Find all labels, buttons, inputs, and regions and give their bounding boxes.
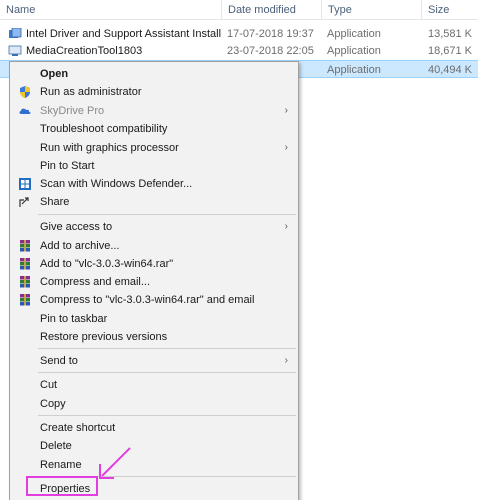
file-size: 13,581 K	[427, 28, 472, 40]
installer-icon	[9, 28, 22, 38]
annotation-arrow-icon	[99, 447, 131, 479]
menu-item-troubleshoot-compatibility[interactable]: Troubleshoot compatibility	[10, 120, 298, 138]
context-menu: Open Run as administrator SkyDrive Pro ›…	[9, 61, 299, 500]
media-creation-icon	[8, 45, 22, 56]
winrar-icon	[20, 240, 30, 252]
file-name: Intel Driver and Support Assistant Insta…	[26, 28, 221, 40]
menu-item-create-shortcut[interactable]: Create shortcut	[10, 419, 298, 437]
menu-item-compress-rar-and-email[interactable]: Compress to "vlc-3.0.3-win64.rar" and em…	[10, 291, 298, 309]
cloud-icon	[19, 108, 31, 114]
file-type: Application	[327, 28, 381, 40]
share-icon	[19, 197, 29, 207]
submenu-arrow-icon: ›	[284, 142, 288, 153]
menu-separator	[38, 372, 296, 373]
menu-separator	[38, 348, 296, 349]
annotation-highlight-box	[26, 476, 98, 496]
winrar-icon	[20, 258, 30, 270]
menu-separator	[38, 415, 296, 416]
menu-item-scan-windows-defender[interactable]: Scan with Windows Defender...	[10, 175, 298, 193]
file-date: 17-07-2018 19:37	[227, 28, 314, 40]
column-type[interactable]: Type	[321, 0, 421, 20]
menu-item-pin-to-start[interactable]: Pin to Start	[10, 157, 298, 175]
file-size: 40,494 K	[427, 64, 472, 76]
column-header: Name Date modified Type Size	[0, 0, 478, 20]
menu-item-run-with-graphics-processor[interactable]: Run with graphics processor ›	[10, 139, 298, 157]
menu-item-pin-to-taskbar[interactable]: Pin to taskbar	[10, 310, 298, 328]
menu-item-restore-previous-versions[interactable]: Restore previous versions	[10, 328, 298, 346]
submenu-arrow-icon: ›	[284, 221, 288, 232]
menu-item-open[interactable]: Open	[10, 65, 298, 83]
menu-item-add-to-rar[interactable]: Add to "vlc-3.0.3-win64.rar"	[10, 255, 298, 273]
menu-item-copy[interactable]: Copy	[10, 395, 298, 413]
winrar-icon	[20, 276, 30, 288]
file-row[interactable]: MediaCreationTool1803 23-07-2018 22:05 A…	[0, 42, 478, 60]
menu-item-compress-and-email[interactable]: Compress and email...	[10, 273, 298, 291]
file-type: Application	[327, 45, 381, 57]
menu-item-share[interactable]: Share	[10, 193, 298, 211]
menu-item-give-access-to[interactable]: Give access to ›	[10, 218, 298, 236]
column-name[interactable]: Name	[0, 0, 221, 20]
file-name: MediaCreationTool1803	[26, 45, 143, 57]
menu-item-run-as-administrator[interactable]: Run as administrator	[10, 83, 298, 101]
file-date: 23-07-2018 22:05	[227, 45, 314, 57]
menu-item-send-to[interactable]: Send to ›	[10, 352, 298, 370]
menu-item-skydrive-pro[interactable]: SkyDrive Pro ›	[10, 102, 298, 120]
windows-defender-icon	[19, 178, 31, 190]
file-row[interactable]: Intel Driver and Support Assistant Insta…	[0, 25, 478, 43]
column-date-modified[interactable]: Date modified	[221, 0, 321, 20]
uac-shield-icon	[20, 86, 30, 98]
menu-item-rename[interactable]: Rename	[10, 456, 298, 474]
menu-item-add-to-archive[interactable]: Add to archive...	[10, 237, 298, 255]
winrar-icon	[20, 294, 30, 306]
menu-item-delete[interactable]: Delete	[10, 437, 298, 455]
file-size: 18,671 K	[427, 45, 472, 57]
file-type: Application	[327, 64, 381, 76]
submenu-arrow-icon: ›	[284, 105, 288, 116]
column-size[interactable]: Size	[421, 0, 478, 20]
menu-separator	[38, 214, 296, 215]
submenu-arrow-icon: ›	[284, 355, 288, 366]
menu-item-cut[interactable]: Cut	[10, 376, 298, 394]
